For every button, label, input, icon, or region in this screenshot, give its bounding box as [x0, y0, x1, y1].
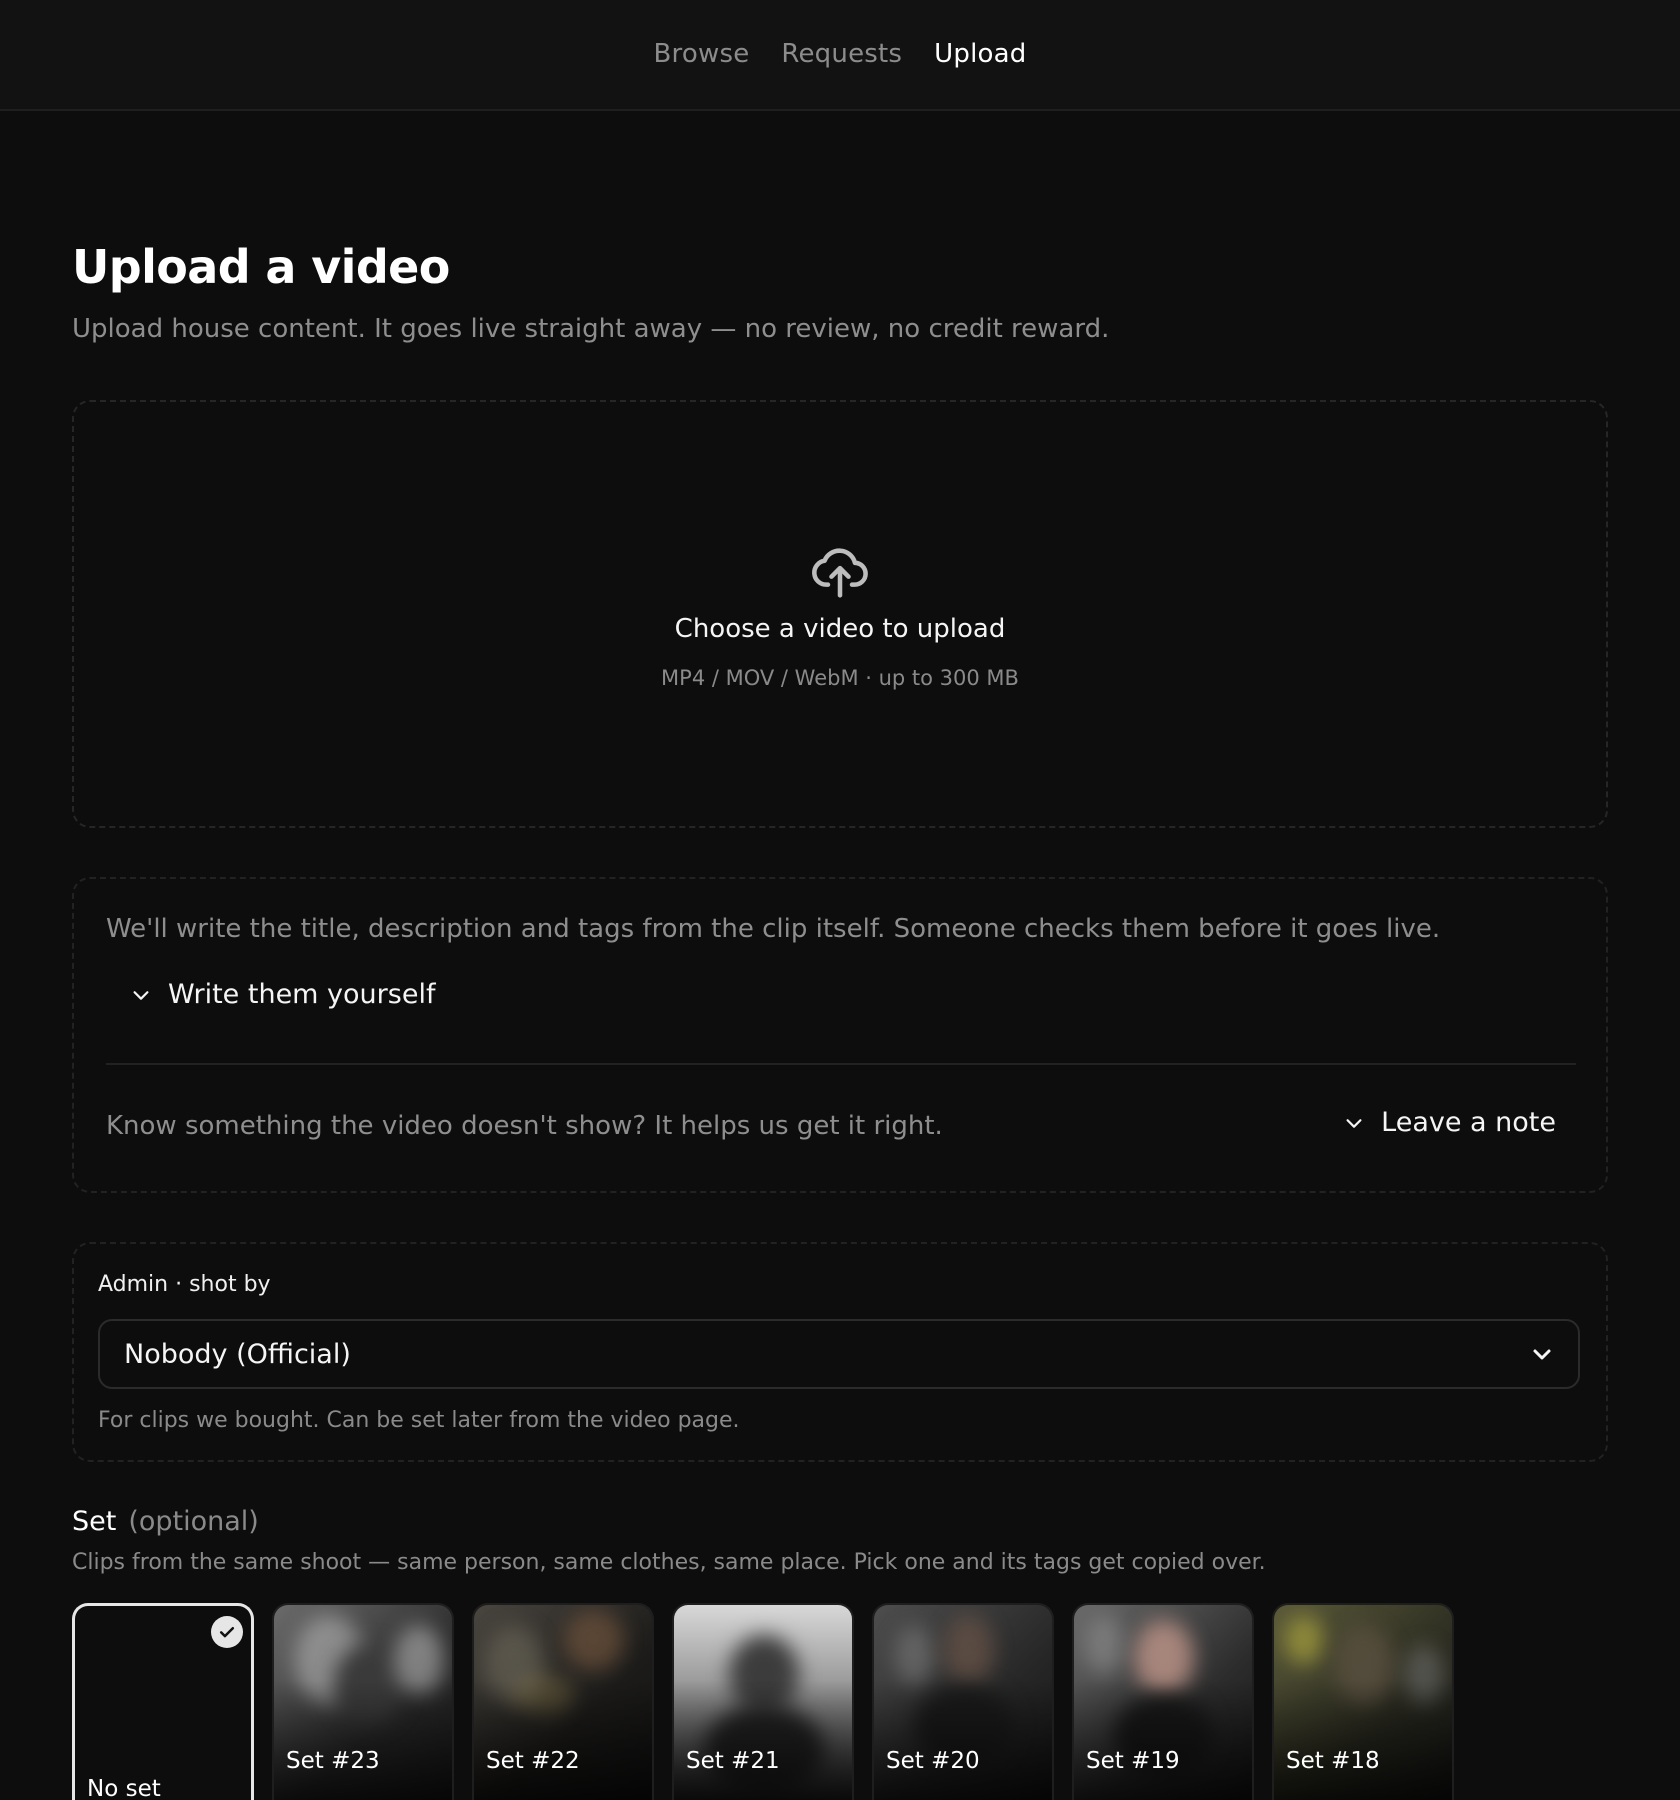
write-them-yourself-toggle[interactable]: Write them yourself — [130, 979, 435, 1010]
metadata-panel: We'll write the title, description and t… — [72, 877, 1608, 1193]
set-heading: Set (optional) — [72, 1506, 259, 1537]
set-card-21[interactable]: Set #21 — [672, 1603, 854, 1800]
metadata-intro: We'll write the title, description and t… — [106, 914, 1441, 944]
set-heading-label: Set — [72, 1506, 117, 1537]
set-card-label: Set #19 — [1086, 1748, 1180, 1774]
divider — [106, 1063, 1576, 1065]
set-card-label: Set #20 — [886, 1748, 980, 1774]
set-card-label: Set #21 — [686, 1748, 780, 1774]
shot-by-select[interactable]: Nobody (Official) — [98, 1319, 1580, 1389]
set-card-19[interactable]: Set #19 — [1072, 1603, 1254, 1800]
nav-browse[interactable]: Browse — [654, 39, 750, 69]
chevron-down-icon — [1346, 1118, 1362, 1128]
nav-upload[interactable]: Upload — [934, 39, 1026, 69]
set-card-label: Set #23 — [286, 1748, 380, 1774]
dropzone-hint: MP4 / MOV / WebM · up to 300 MB — [661, 666, 1019, 690]
set-card-no-set[interactable]: No set — [72, 1603, 254, 1800]
leave-a-note-toggle[interactable]: Leave a note — [1343, 1107, 1556, 1138]
check-icon — [211, 1616, 243, 1648]
set-thumbnail-shade — [674, 1680, 852, 1800]
top-navigation: Browse Requests Upload — [0, 0, 1680, 111]
shot-by-help: For clips we bought. Can be set later fr… — [98, 1408, 740, 1433]
set-card-label: Set #18 — [1286, 1748, 1380, 1774]
set-card-23[interactable]: Set #23 — [272, 1603, 454, 1800]
admin-panel: Admin · shot by Nobody (Official) For cl… — [72, 1242, 1608, 1462]
set-thumbnail-shade — [874, 1680, 1052, 1800]
note-toggle-label: Leave a note — [1381, 1107, 1556, 1138]
set-card-22[interactable]: Set #22 — [472, 1603, 654, 1800]
page-title: Upload a video — [72, 240, 450, 294]
set-card-label: No set — [87, 1776, 161, 1800]
dropzone-title: Choose a video to upload — [674, 614, 1006, 644]
set-thumbnail-shade — [1074, 1680, 1252, 1800]
write-toggle-label: Write them yourself — [168, 979, 436, 1010]
nav-requests[interactable]: Requests — [781, 39, 902, 69]
set-card-20[interactable]: Set #20 — [872, 1603, 1054, 1800]
chevron-down-icon — [1533, 1349, 1551, 1360]
video-dropzone[interactable]: Choose a video to upload MP4 / MOV / Web… — [72, 400, 1608, 828]
set-description: Clips from the same shoot — same person,… — [72, 1550, 1266, 1575]
set-optional-label: (optional) — [128, 1506, 259, 1537]
shot-by-selected-value: Nobody (Official) — [124, 1338, 351, 1370]
shot-by-label: Admin · shot by — [98, 1272, 271, 1297]
set-thumbnail-shade — [1274, 1680, 1452, 1800]
set-thumbnail-shade — [274, 1680, 452, 1800]
chevron-down-icon — [133, 990, 149, 1000]
note-prompt: Know something the video doesn't show? I… — [106, 1111, 943, 1141]
set-card-label: Set #22 — [486, 1748, 580, 1774]
set-thumbnail-shade — [474, 1680, 652, 1800]
set-card-18[interactable]: Set #18 — [1272, 1603, 1454, 1800]
cloud-upload-icon — [812, 548, 868, 598]
page-subtitle: Upload house content. It goes live strai… — [72, 314, 1110, 344]
